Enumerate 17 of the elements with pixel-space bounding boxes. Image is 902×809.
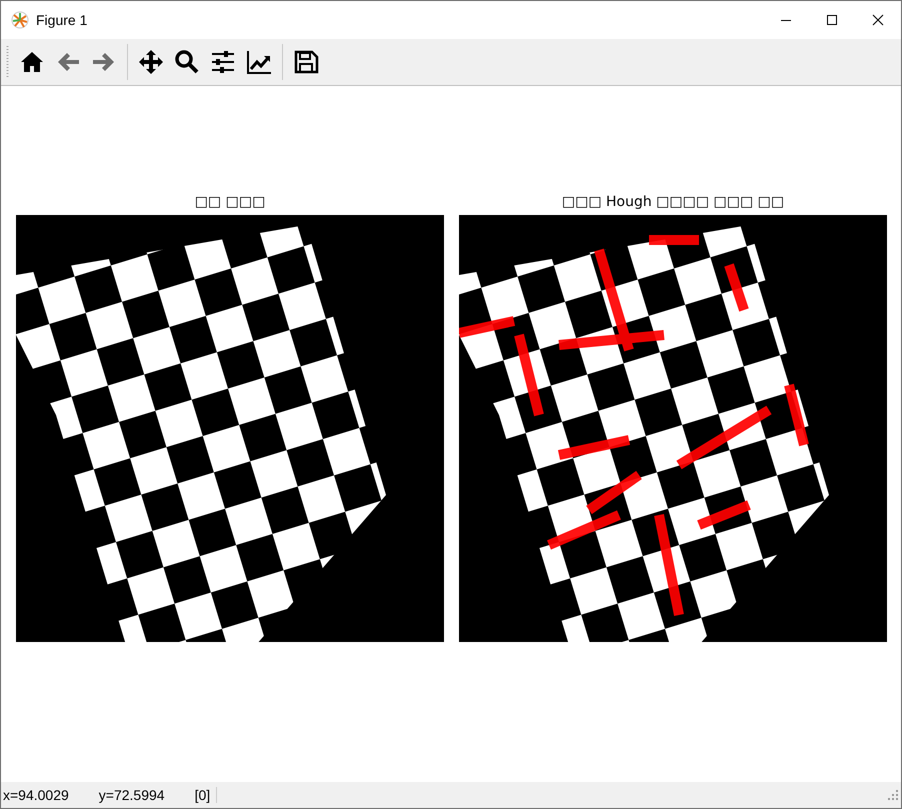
axes-title: □□□ Hough □□□□ □□□ □□ <box>562 194 784 211</box>
save-icon[interactable] <box>293 49 319 75</box>
search-icon[interactable] <box>174 49 200 75</box>
toolbar-grip-icon[interactable] <box>6 44 9 80</box>
axes-title: □□ □□□ <box>194 194 266 211</box>
home-icon[interactable] <box>19 49 45 75</box>
move-icon[interactable] <box>138 49 164 75</box>
sliders-icon[interactable] <box>210 49 236 75</box>
maximize-icon[interactable] <box>826 14 838 26</box>
y-coordinate: y=72.5994 <box>98 787 165 803</box>
app-icon <box>11 11 29 29</box>
x-coordinate: x=94.0029 <box>3 787 69 803</box>
close-icon[interactable] <box>872 14 884 26</box>
pixel-value: [0] <box>194 787 218 803</box>
resize-grip-icon[interactable] <box>888 790 898 800</box>
line-chart-icon[interactable] <box>246 49 272 75</box>
window-title: Figure 1 <box>36 12 88 28</box>
